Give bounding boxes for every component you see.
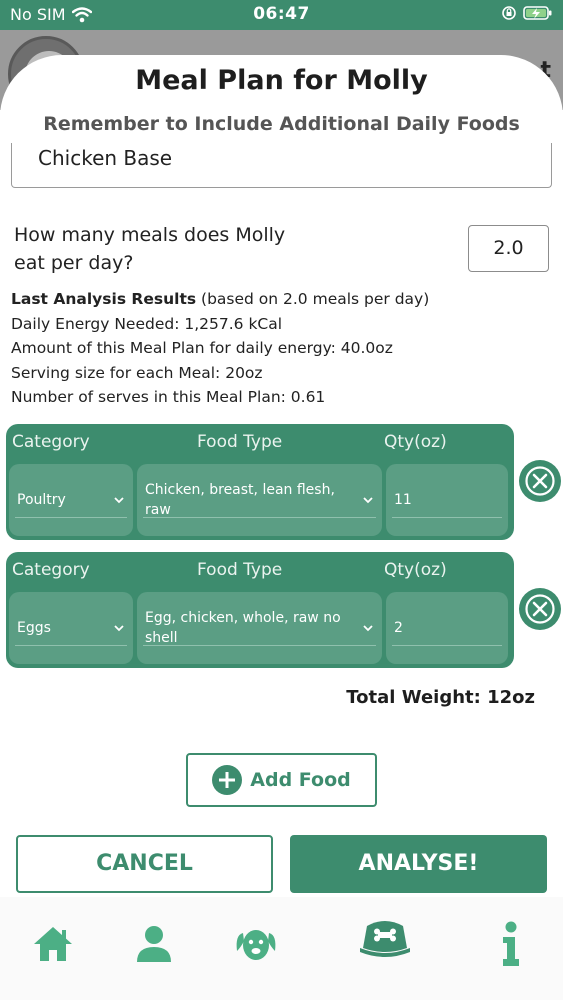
category-select[interactable]: Eggs [9, 592, 133, 664]
status-bar: No SIM 06:47 [0, 0, 563, 30]
chevron-down-icon [363, 497, 373, 504]
analysis-heading-row: Last Analysis Results (based on 2.0 meal… [11, 287, 551, 312]
profile-icon [137, 926, 171, 962]
category-header: Category [12, 560, 90, 580]
qty-header: Qty(oz) [384, 432, 447, 452]
chevron-down-icon [363, 625, 373, 632]
qty-value: 11 [394, 492, 412, 508]
food-type-value: Egg, chicken, whole, raw no shell [145, 610, 341, 646]
tab-bar [0, 897, 563, 1000]
tab-home[interactable] [28, 919, 78, 969]
qty-input[interactable]: 2 [386, 592, 508, 664]
analysis-heading: Last Analysis Results [11, 290, 197, 308]
analyse-button[interactable]: ANALYSE! [290, 835, 547, 893]
dog-icon [236, 930, 276, 960]
food-type-value: Chicken, breast, lean flesh, raw [145, 482, 335, 518]
analysis-line: Number of serves in this Meal Plan: 0.61 [11, 388, 326, 406]
home-icon [34, 927, 72, 961]
category-select[interactable]: Poultry [9, 464, 133, 536]
chevron-down-icon [114, 497, 124, 504]
remove-food-button[interactable] [519, 588, 561, 630]
tab-info[interactable] [486, 919, 536, 969]
plan-name-field[interactable]: Chicken Base [11, 143, 552, 188]
food-row: Category Food Type Qty(oz) Eggs Egg, chi… [6, 552, 514, 668]
plus-icon [212, 765, 243, 795]
meals-per-day-input[interactable]: 2.0 [468, 225, 549, 272]
category-header: Category [12, 432, 90, 452]
tab-profile[interactable] [129, 919, 179, 969]
plan-name-value: Chicken Base [38, 146, 173, 170]
analysis-heading-note: (based on 2.0 meals per day) [196, 290, 430, 308]
total-weight: Total Weight: 12oz [346, 687, 535, 708]
add-food-button[interactable]: Add Food [186, 753, 377, 807]
analysis-results: Last Analysis Results (based on 2.0 meal… [11, 287, 551, 410]
clock: 06:47 [253, 4, 310, 24]
food-type-header: Food Type [197, 432, 283, 452]
battery-icon [523, 6, 552, 20]
info-icon [503, 921, 519, 966]
qty-value: 2 [394, 620, 403, 636]
page-title: Meal Plan for Molly [135, 65, 428, 96]
qty-input[interactable]: 11 [386, 464, 508, 536]
food-row: Category Food Type Qty(oz) Poultry Chick… [6, 424, 514, 540]
food-type-header: Food Type [197, 560, 283, 580]
tab-meal-plan[interactable] [357, 913, 413, 963]
analysis-line: Daily Energy Needed: 1,257.6 kCal [11, 314, 283, 333]
food-type-select[interactable]: Chicken, breast, lean flesh, raw [137, 464, 382, 536]
qty-header: Qty(oz) [384, 560, 447, 580]
close-icon [525, 466, 555, 496]
analysis-line: Serving size for each Meal: 20oz [11, 363, 263, 382]
analysis-line: Amount of this Meal Plan for daily energ… [11, 339, 393, 357]
category-value: Eggs [17, 620, 51, 636]
status-icons [501, 5, 553, 21]
category-value: Poultry [17, 492, 66, 508]
add-food-label: Add Food [250, 769, 351, 791]
food-type-select[interactable]: Egg, chicken, whole, raw no shell [137, 592, 382, 664]
meals-per-day-label: How many meals does Molly eat per day? [14, 224, 286, 274]
meal-plan-sheet: Meal Plan for Molly Remember to Include … [0, 55, 563, 1000]
orientation-lock-icon [502, 6, 516, 20]
close-icon [525, 594, 555, 624]
food-bowl-icon [360, 921, 410, 957]
tab-dog[interactable] [231, 919, 281, 969]
cancel-button[interactable]: CANCEL [16, 835, 273, 893]
page-subtitle: Remember to Include Additional Daily Foo… [43, 113, 520, 135]
remove-food-button[interactable] [519, 460, 561, 502]
chevron-down-icon [114, 625, 124, 632]
